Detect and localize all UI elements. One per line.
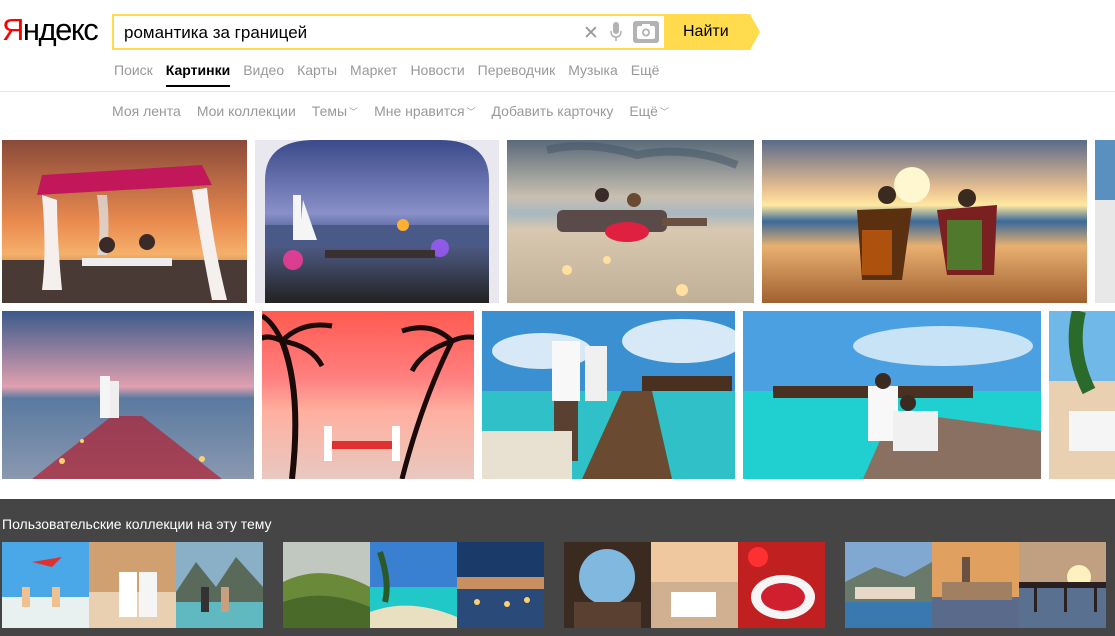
nav-item-maps[interactable]: Карты — [297, 62, 337, 87]
subnav-add-card[interactable]: Добавить карточку — [492, 103, 614, 119]
image-palm-dinner — [262, 311, 474, 479]
nav-item-market[interactable]: Маркет — [350, 62, 397, 87]
clear-icon[interactable]: ✕ — [583, 22, 599, 45]
collection-image — [738, 542, 825, 628]
header-divider — [0, 91, 1115, 92]
collection-card[interactable] — [2, 542, 263, 628]
collection-image — [1019, 542, 1106, 628]
subnav-my-feed[interactable]: Моя лента — [112, 103, 181, 119]
chevron-down-icon: ﹀ — [659, 107, 669, 117]
chevron-down-icon: ﹀ — [349, 107, 359, 117]
chevron-down-icon: ﹀ — [466, 107, 476, 117]
logo-rest: ндекс — [22, 12, 99, 47]
logo-first-letter: Я — [2, 12, 24, 47]
yandex-logo[interactable]: Яндекс — [2, 12, 99, 48]
image-result[interactable] — [255, 140, 499, 303]
subnav-my-collections[interactable]: Мои коллекции — [197, 103, 296, 119]
subnav-label: Темы — [311, 103, 348, 119]
collection-image — [2, 542, 89, 628]
nav-item-translator[interactable]: Переводчик — [478, 62, 556, 87]
image-canopy-dinner — [2, 140, 247, 303]
image-result[interactable] — [743, 311, 1041, 479]
image-pier-couple — [482, 311, 735, 479]
nav-item-news[interactable]: Новости — [410, 62, 464, 87]
collection-image — [370, 542, 457, 628]
image-result[interactable] — [2, 140, 247, 303]
nav-item-music[interactable]: Музыка — [568, 62, 618, 87]
image-result[interactable] — [482, 311, 735, 479]
collection-image — [932, 542, 1019, 628]
subnav-label: Мои коллекции — [196, 103, 296, 119]
image-beach-lounge — [507, 140, 754, 303]
image-wedding-table — [255, 140, 499, 303]
image-overwater-bungalows — [743, 311, 1041, 479]
nav-item-images[interactable]: Картинки — [165, 62, 231, 87]
collection-image — [176, 542, 263, 628]
collection-card[interactable] — [564, 542, 825, 628]
services-nav: Поиск Картинки Видео Карты Маркет Новост… — [114, 62, 672, 87]
image-sunset-chairs — [762, 140, 1087, 303]
search-field[interactable]: романтика за границей ✕ — [112, 14, 664, 50]
collection-image — [457, 542, 544, 628]
subnav-topics[interactable]: Темы ﹀ — [312, 103, 358, 119]
nav-item-search[interactable]: Поиск — [114, 62, 153, 87]
image-partial-blue — [1095, 140, 1115, 303]
image-result[interactable] — [2, 311, 254, 479]
image-result[interactable] — [1049, 311, 1115, 479]
nav-item-more[interactable]: Ещё — [631, 62, 660, 87]
image-rose-path — [2, 311, 254, 479]
subnav-liked[interactable]: Мне нравится ﹀ — [374, 103, 475, 119]
collection-image — [564, 542, 651, 628]
collection-card[interactable] — [845, 542, 1106, 628]
subnav-more[interactable]: Ещё ﹀ — [629, 103, 669, 119]
search-button[interactable]: Найти — [664, 14, 760, 50]
collection-image — [283, 542, 370, 628]
collection-card[interactable] — [283, 542, 544, 628]
image-result[interactable] — [762, 140, 1087, 303]
image-result[interactable] — [262, 311, 474, 479]
microphone-icon[interactable] — [610, 22, 622, 42]
subnav-label: Добавить карточку — [491, 103, 614, 119]
collection-image — [89, 542, 176, 628]
image-result[interactable] — [507, 140, 754, 303]
subnav-label: Моя лента — [112, 103, 181, 119]
camera-icon[interactable] — [633, 21, 659, 43]
image-result[interactable] — [1095, 140, 1115, 303]
collections-title: Пользовательские коллекции на эту тему — [2, 516, 272, 532]
image-partial-palm — [1049, 311, 1115, 479]
images-subnav: Моя лента Мои коллекции Темы ﹀ Мне нравит… — [112, 103, 685, 119]
collections-section: Пользовательские коллекции на эту тему — [0, 499, 1115, 636]
subnav-label: Ещё — [629, 103, 658, 119]
subnav-label: Мне нравится — [374, 103, 465, 119]
collection-image — [651, 542, 738, 628]
nav-item-video[interactable]: Видео — [243, 62, 284, 87]
collection-image — [845, 542, 932, 628]
search-input[interactable]: романтика за границей — [124, 23, 307, 43]
